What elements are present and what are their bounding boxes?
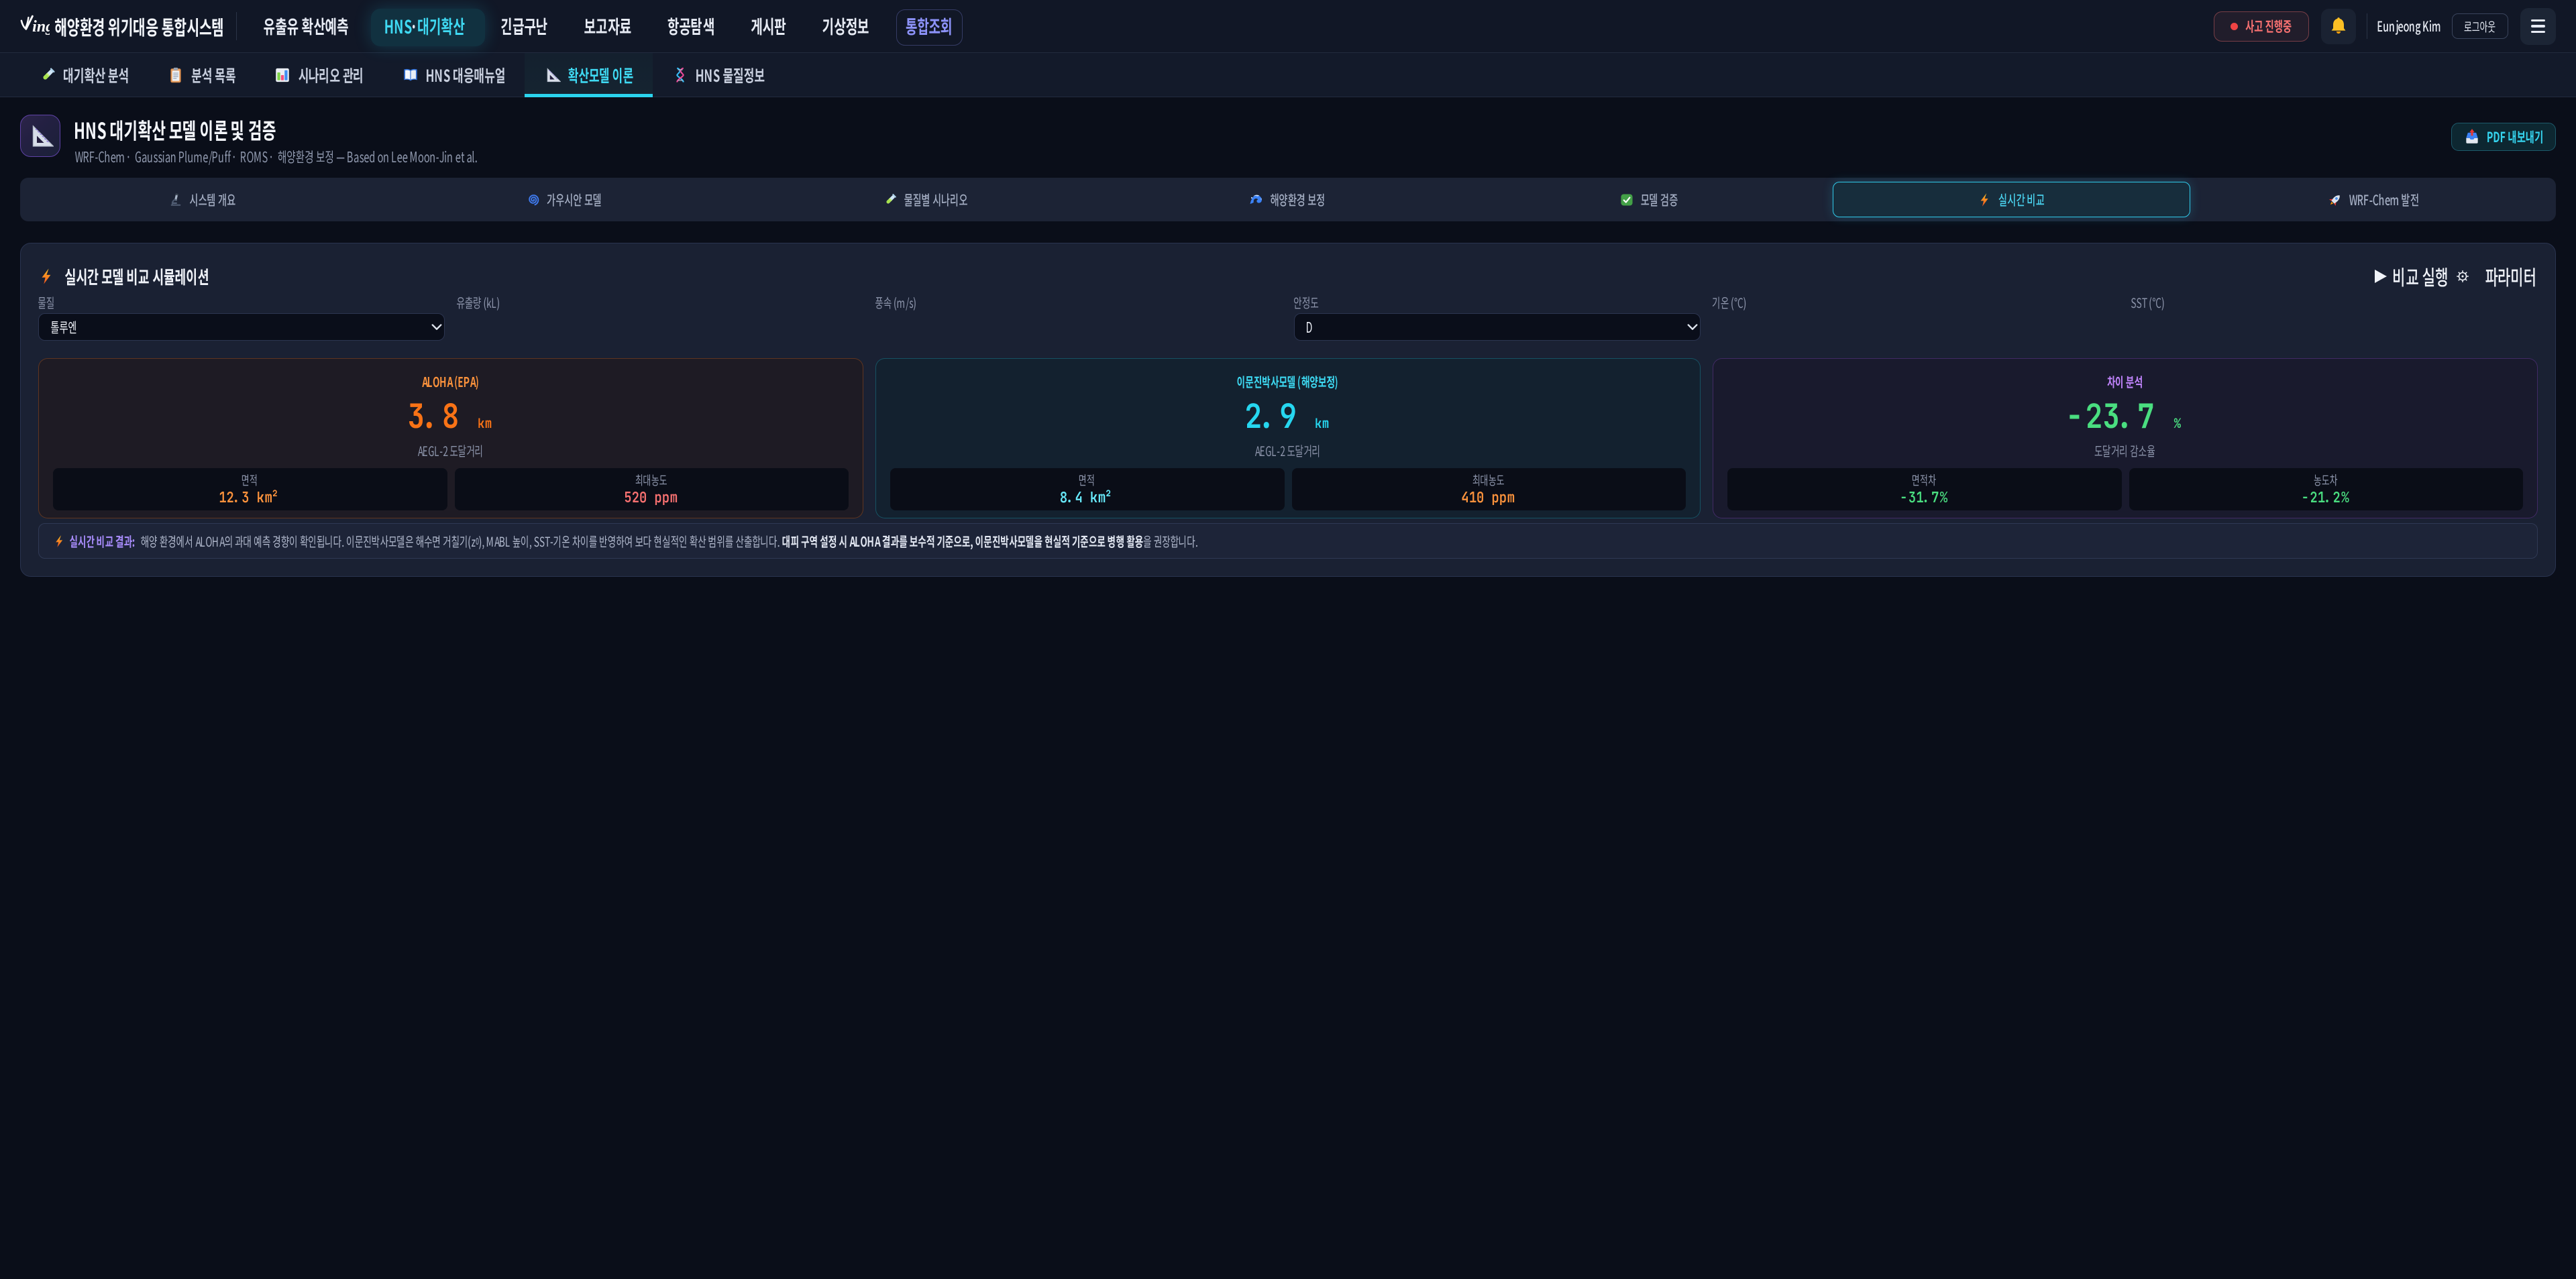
svg-text:ing: ing <box>32 18 50 36</box>
